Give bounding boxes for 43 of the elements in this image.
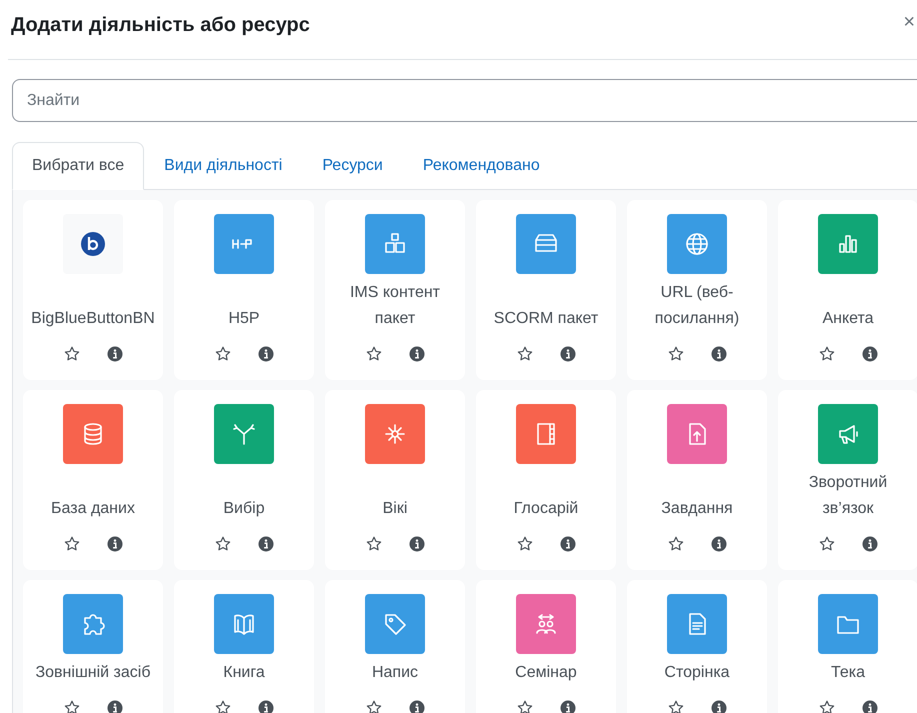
activity-card[interactable]: Сторінка [627, 580, 767, 713]
activity-card[interactable]: Зовнішній засіб [23, 580, 163, 713]
tab[interactable]: Види діяльності [144, 142, 302, 189]
activity-label: Завдання [661, 499, 733, 519]
activity-card[interactable]: SCORM пакет [476, 200, 616, 380]
activity-label: Вікі [382, 499, 408, 519]
activity-card[interactable]: Зворотний зв’язок [778, 390, 917, 570]
activity-label: Семінар [515, 663, 577, 683]
activity-label: Зворотний зв’язок [808, 473, 888, 519]
activity-card[interactable]: Книга [174, 580, 314, 713]
activity-label: URL (веб-посилання) [654, 283, 740, 329]
search-field[interactable]: Знайти [12, 79, 917, 122]
activity-label: Вибір [223, 499, 265, 519]
activity-card[interactable]: Завдання [627, 390, 767, 570]
activity-card[interactable]: Глосарій [476, 390, 616, 570]
activity-label: Глосарій [514, 499, 578, 519]
activity-label: Сторінка [664, 663, 730, 683]
dialog-title: Додати діяльність або ресурс [11, 13, 310, 38]
activity-label: Книга [223, 663, 265, 683]
tab[interactable]: Вибрати все [12, 142, 144, 190]
activity-label: SCORM пакет [494, 309, 598, 329]
activity-label: Зовнішній засіб [35, 663, 150, 683]
activity-card[interactable]: Напис [325, 580, 465, 713]
activity-label: BigBlueButtonBN [31, 309, 155, 329]
activity-card[interactable]: Семінар [476, 580, 616, 713]
activity-card[interactable]: BigBlueButtonBN [23, 200, 163, 380]
activity-card[interactable]: IMS контент пакет [325, 200, 465, 380]
activity-card[interactable]: Вибір [174, 390, 314, 570]
activity-label: H5P [228, 309, 260, 329]
activity-label: IMS контент пакет [348, 283, 441, 329]
activity-card[interactable]: База даних [23, 390, 163, 570]
activity-label: Анкета [822, 309, 874, 329]
activity-label: Напис [372, 663, 418, 683]
tab[interactable]: Рекомендовано [402, 142, 560, 189]
close-button[interactable]: × [903, 12, 915, 32]
activity-card[interactable]: Вікі [325, 390, 465, 570]
activity-card[interactable]: Тека [778, 580, 917, 713]
tab[interactable]: Ресурси [302, 142, 403, 189]
activity-card[interactable]: Анкета [778, 200, 917, 380]
activity-card[interactable]: H5P [174, 200, 314, 380]
activity-card[interactable]: URL (веб-посилання) [627, 200, 767, 380]
activity-label: База даних [51, 499, 135, 519]
activity-label: Тека [830, 663, 866, 683]
